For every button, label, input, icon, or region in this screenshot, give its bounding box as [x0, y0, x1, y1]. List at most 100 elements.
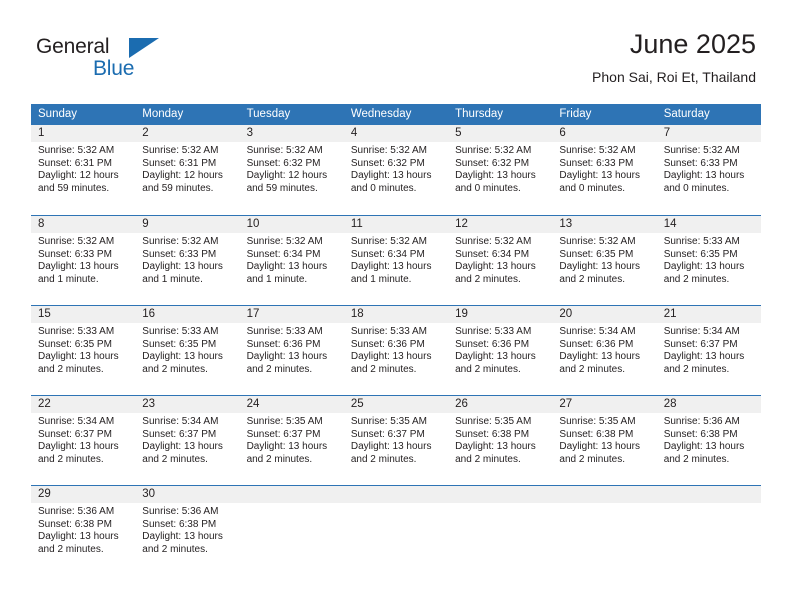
- day-number: 16: [142, 308, 156, 320]
- sunset-text: Sunset: 6:34 PM: [455, 248, 530, 260]
- daylight-text-line1: Daylight: 13 hours: [663, 351, 745, 363]
- calendar-day-cell[interactable]: 16 Sunrise: 5:33 AM Sunset: 6:35 PM Dayligh…: [135, 306, 239, 395]
- calendar-day-cell[interactable]: 27 Sunrise: 5:35 AM Sunset: 6:38 PM Dayligh…: [552, 396, 656, 485]
- day-number: 9: [142, 218, 149, 230]
- day-number: 13: [559, 218, 573, 230]
- daylight-text-line1: Daylight: 13 hours: [455, 170, 536, 182]
- day-sun-info: Sunrise: 5:33 AM Sunset: 6:35 PM Daylight:…: [664, 236, 757, 286]
- calendar-day-cell-empty: [240, 486, 344, 575]
- calendar-week-cells: 29 Sunrise: 5:36 AM Sunset: 6:38 PM Dayligh…: [31, 486, 761, 575]
- daylight-text-line2: and 2 minutes.: [142, 453, 208, 465]
- calendar-day-cell[interactable]: 13 Sunrise: 5:32 AM Sunset: 6:35 PM Dayligh…: [552, 216, 656, 305]
- daylight-text-line1: Daylight: 13 hours: [559, 351, 641, 363]
- day-number: 12: [455, 218, 468, 230]
- sunset-text: Sunset: 6:36 PM: [559, 338, 634, 350]
- calendar-day-cell[interactable]: 19 Sunrise: 5:33 AM Sunset: 6:36 PM Dayligh…: [448, 306, 552, 395]
- day-number: 1: [38, 127, 45, 139]
- sunrise-text: Sunrise: 5:32 AM: [38, 145, 115, 156]
- calendar-day-cell[interactable]: 6 Sunrise: 5:32 AM Sunset: 6:33 PM Daylight…: [552, 125, 656, 215]
- day-sun-info: Sunrise: 5:35 AM Sunset: 6:37 PM Daylight:…: [351, 416, 444, 466]
- day-sun-info: Sunrise: 5:32 AM Sunset: 6:32 PM Daylight:…: [247, 145, 340, 195]
- daylight-text-line2: and 1 minute.: [350, 273, 412, 285]
- day-sun-info: Sunrise: 5:33 AM Sunset: 6:35 PM Daylight:…: [142, 326, 235, 376]
- sunrise-text: Sunrise: 5:32 AM: [455, 236, 532, 247]
- calendar-week-row: 1 Sunrise: 5:32 AM Sunset: 6:31 PM Daylight…: [31, 125, 761, 215]
- calendar-day-cell[interactable]: 4 Sunrise: 5:32 AM Sunset: 6:32 PM Daylight…: [344, 125, 448, 215]
- calendar-day-cell[interactable]: 8 Sunrise: 5:32 AM Sunset: 6:33 PM Daylight…: [31, 216, 135, 305]
- calendar-day-cell[interactable]: 2 Sunrise: 5:32 AM Sunset: 6:31 PM Daylight…: [135, 125, 239, 215]
- calendar-page: General Blue June 2025 Phon Sai, Roi Et,…: [0, 0, 792, 612]
- sunset-text: Sunset: 6:37 PM: [246, 428, 321, 440]
- day-sun-info: Sunrise: 5:32 AM Sunset: 6:33 PM Daylight:…: [142, 236, 235, 286]
- daylight-text-line2: and 2 minutes.: [663, 363, 730, 375]
- calendar-day-cell[interactable]: 7 Sunrise: 5:32 AM Sunset: 6:33 PM Daylight…: [657, 125, 761, 215]
- day-sun-info: Sunrise: 5:32 AM Sunset: 6:33 PM Daylight:…: [664, 145, 757, 195]
- day-sun-info: Sunrise: 5:32 AM Sunset: 6:31 PM Daylight:…: [142, 145, 235, 195]
- daylight-text-line1: Daylight: 13 hours: [350, 261, 432, 273]
- logo-text-blue: Blue: [93, 57, 135, 80]
- day-sun-info: Sunrise: 5:33 AM Sunset: 6:35 PM Daylight:…: [38, 326, 131, 376]
- calendar-day-cell[interactable]: 21 Sunrise: 5:34 AM Sunset: 6:37 PM Dayligh…: [657, 306, 761, 395]
- sunrise-text: Sunrise: 5:32 AM: [350, 145, 427, 156]
- calendar-day-cell[interactable]: 28 Sunrise: 5:36 AM Sunset: 6:38 PM Dayligh…: [657, 396, 761, 485]
- day-number: 8: [38, 218, 45, 230]
- sunrise-text: Sunrise: 5:32 AM: [559, 145, 636, 156]
- calendar-week-row: 29 Sunrise: 5:36 AM Sunset: 6:38 PM Dayligh…: [31, 485, 761, 575]
- sunrise-text: Sunrise: 5:36 AM: [142, 506, 219, 517]
- day-number: 29: [38, 488, 51, 500]
- calendar-day-cell[interactable]: 29 Sunrise: 5:36 AM Sunset: 6:38 PM Dayligh…: [31, 486, 135, 575]
- calendar-day-cell[interactable]: 11 Sunrise: 5:32 AM Sunset: 6:34 PM Dayligh…: [344, 216, 448, 305]
- day-sun-info: Sunrise: 5:35 AM Sunset: 6:37 PM Daylight:…: [247, 416, 340, 466]
- daylight-text-line1: Daylight: 12 hours: [142, 170, 223, 182]
- calendar-day-cell[interactable]: 20 Sunrise: 5:34 AM Sunset: 6:36 PM Dayligh…: [552, 306, 656, 395]
- daylight-text-line1: Daylight: 13 hours: [142, 261, 223, 273]
- daylight-text-line1: Daylight: 13 hours: [559, 261, 641, 273]
- calendar-day-cell[interactable]: 12 Sunrise: 5:32 AM Sunset: 6:34 PM Dayligh…: [448, 216, 552, 305]
- day-sun-info: Sunrise: 5:36 AM Sunset: 6:38 PM Daylight:…: [38, 506, 131, 556]
- generalblue-logo[interactable]: General Blue: [36, 36, 236, 88]
- page-subtitle: Phon Sai, Roi Et, Thailand: [592, 69, 756, 85]
- calendar-day-cell[interactable]: 17 Sunrise: 5:33 AM Sunset: 6:36 PM Dayligh…: [240, 306, 344, 395]
- calendar-day-cell[interactable]: 22 Sunrise: 5:34 AM Sunset: 6:37 PM Dayligh…: [31, 396, 135, 485]
- day-number: 2: [142, 127, 149, 139]
- day-sun-info: Sunrise: 5:34 AM Sunset: 6:37 PM Daylight:…: [38, 416, 131, 466]
- calendar-day-cell[interactable]: 3 Sunrise: 5:32 AM Sunset: 6:32 PM Daylight…: [240, 125, 344, 215]
- daylight-text-line2: and 1 minute.: [38, 273, 99, 285]
- daylight-text-line2: and 2 minutes.: [559, 453, 626, 465]
- sunset-text: Sunset: 6:32 PM: [350, 157, 425, 169]
- sunrise-text: Sunrise: 5:32 AM: [142, 145, 219, 156]
- calendar-day-cell[interactable]: 9 Sunrise: 5:32 AM Sunset: 6:33 PM Daylight…: [135, 216, 239, 305]
- calendar-day-cell[interactable]: 24 Sunrise: 5:35 AM Sunset: 6:37 PM Dayligh…: [240, 396, 344, 485]
- sunrise-text: Sunrise: 5:34 AM: [142, 416, 219, 427]
- daylight-text-line1: Daylight: 13 hours: [38, 351, 119, 363]
- sunset-text: Sunset: 6:33 PM: [38, 248, 112, 260]
- calendar-day-cell[interactable]: 25 Sunrise: 5:35 AM Sunset: 6:37 PM Dayligh…: [344, 396, 448, 485]
- calendar-day-cell[interactable]: 14 Sunrise: 5:33 AM Sunset: 6:35 PM Dayligh…: [657, 216, 761, 305]
- daylight-text-line1: Daylight: 13 hours: [38, 531, 119, 543]
- sunset-text: Sunset: 6:36 PM: [246, 338, 321, 350]
- sunset-text: Sunset: 6:32 PM: [455, 157, 530, 169]
- calendar-day-cell[interactable]: 15 Sunrise: 5:33 AM Sunset: 6:35 PM Dayligh…: [31, 306, 135, 395]
- calendar-day-cell[interactable]: 18 Sunrise: 5:33 AM Sunset: 6:36 PM Dayligh…: [344, 306, 448, 395]
- calendar-week-row: 22 Sunrise: 5:34 AM Sunset: 6:37 PM Dayligh…: [31, 395, 761, 485]
- sunset-text: Sunset: 6:36 PM: [455, 338, 530, 350]
- calendar-day-cell[interactable]: 26 Sunrise: 5:35 AM Sunset: 6:38 PM Dayligh…: [448, 396, 552, 485]
- calendar-day-cell-empty: [552, 486, 656, 575]
- calendar-day-cell[interactable]: 23 Sunrise: 5:34 AM Sunset: 6:37 PM Dayligh…: [135, 396, 239, 485]
- day-sun-info: Sunrise: 5:32 AM Sunset: 6:35 PM Daylight:…: [559, 236, 652, 286]
- calendar-day-cell[interactable]: 5 Sunrise: 5:32 AM Sunset: 6:32 PM Daylight…: [448, 125, 552, 215]
- sunrise-text: Sunrise: 5:33 AM: [38, 326, 115, 337]
- calendar-day-cell[interactable]: 30 Sunrise: 5:36 AM Sunset: 6:38 PM Dayligh…: [135, 486, 239, 575]
- calendar-day-cell[interactable]: 1 Sunrise: 5:32 AM Sunset: 6:31 PM Daylight…: [31, 125, 135, 215]
- sunrise-text: Sunrise: 5:32 AM: [663, 145, 740, 156]
- daylight-text-line1: Daylight: 13 hours: [142, 531, 223, 543]
- sunrise-text: Sunrise: 5:35 AM: [455, 416, 532, 427]
- title-block: June 2025 Phon Sai, Roi Et, Thailand: [592, 28, 756, 86]
- day-sun-info: Sunrise: 5:33 AM Sunset: 6:36 PM Daylight:…: [351, 326, 444, 376]
- weekday-friday: Friday: [559, 108, 592, 120]
- daylight-text-line1: Daylight: 13 hours: [663, 441, 745, 453]
- daylight-text-line2: and 1 minute.: [246, 273, 308, 285]
- calendar-day-cell[interactable]: 10 Sunrise: 5:32 AM Sunset: 6:34 PM Dayligh…: [240, 216, 344, 305]
- daylight-text-line1: Daylight: 13 hours: [142, 351, 223, 363]
- day-sun-info: Sunrise: 5:35 AM Sunset: 6:38 PM Daylight:…: [455, 416, 548, 466]
